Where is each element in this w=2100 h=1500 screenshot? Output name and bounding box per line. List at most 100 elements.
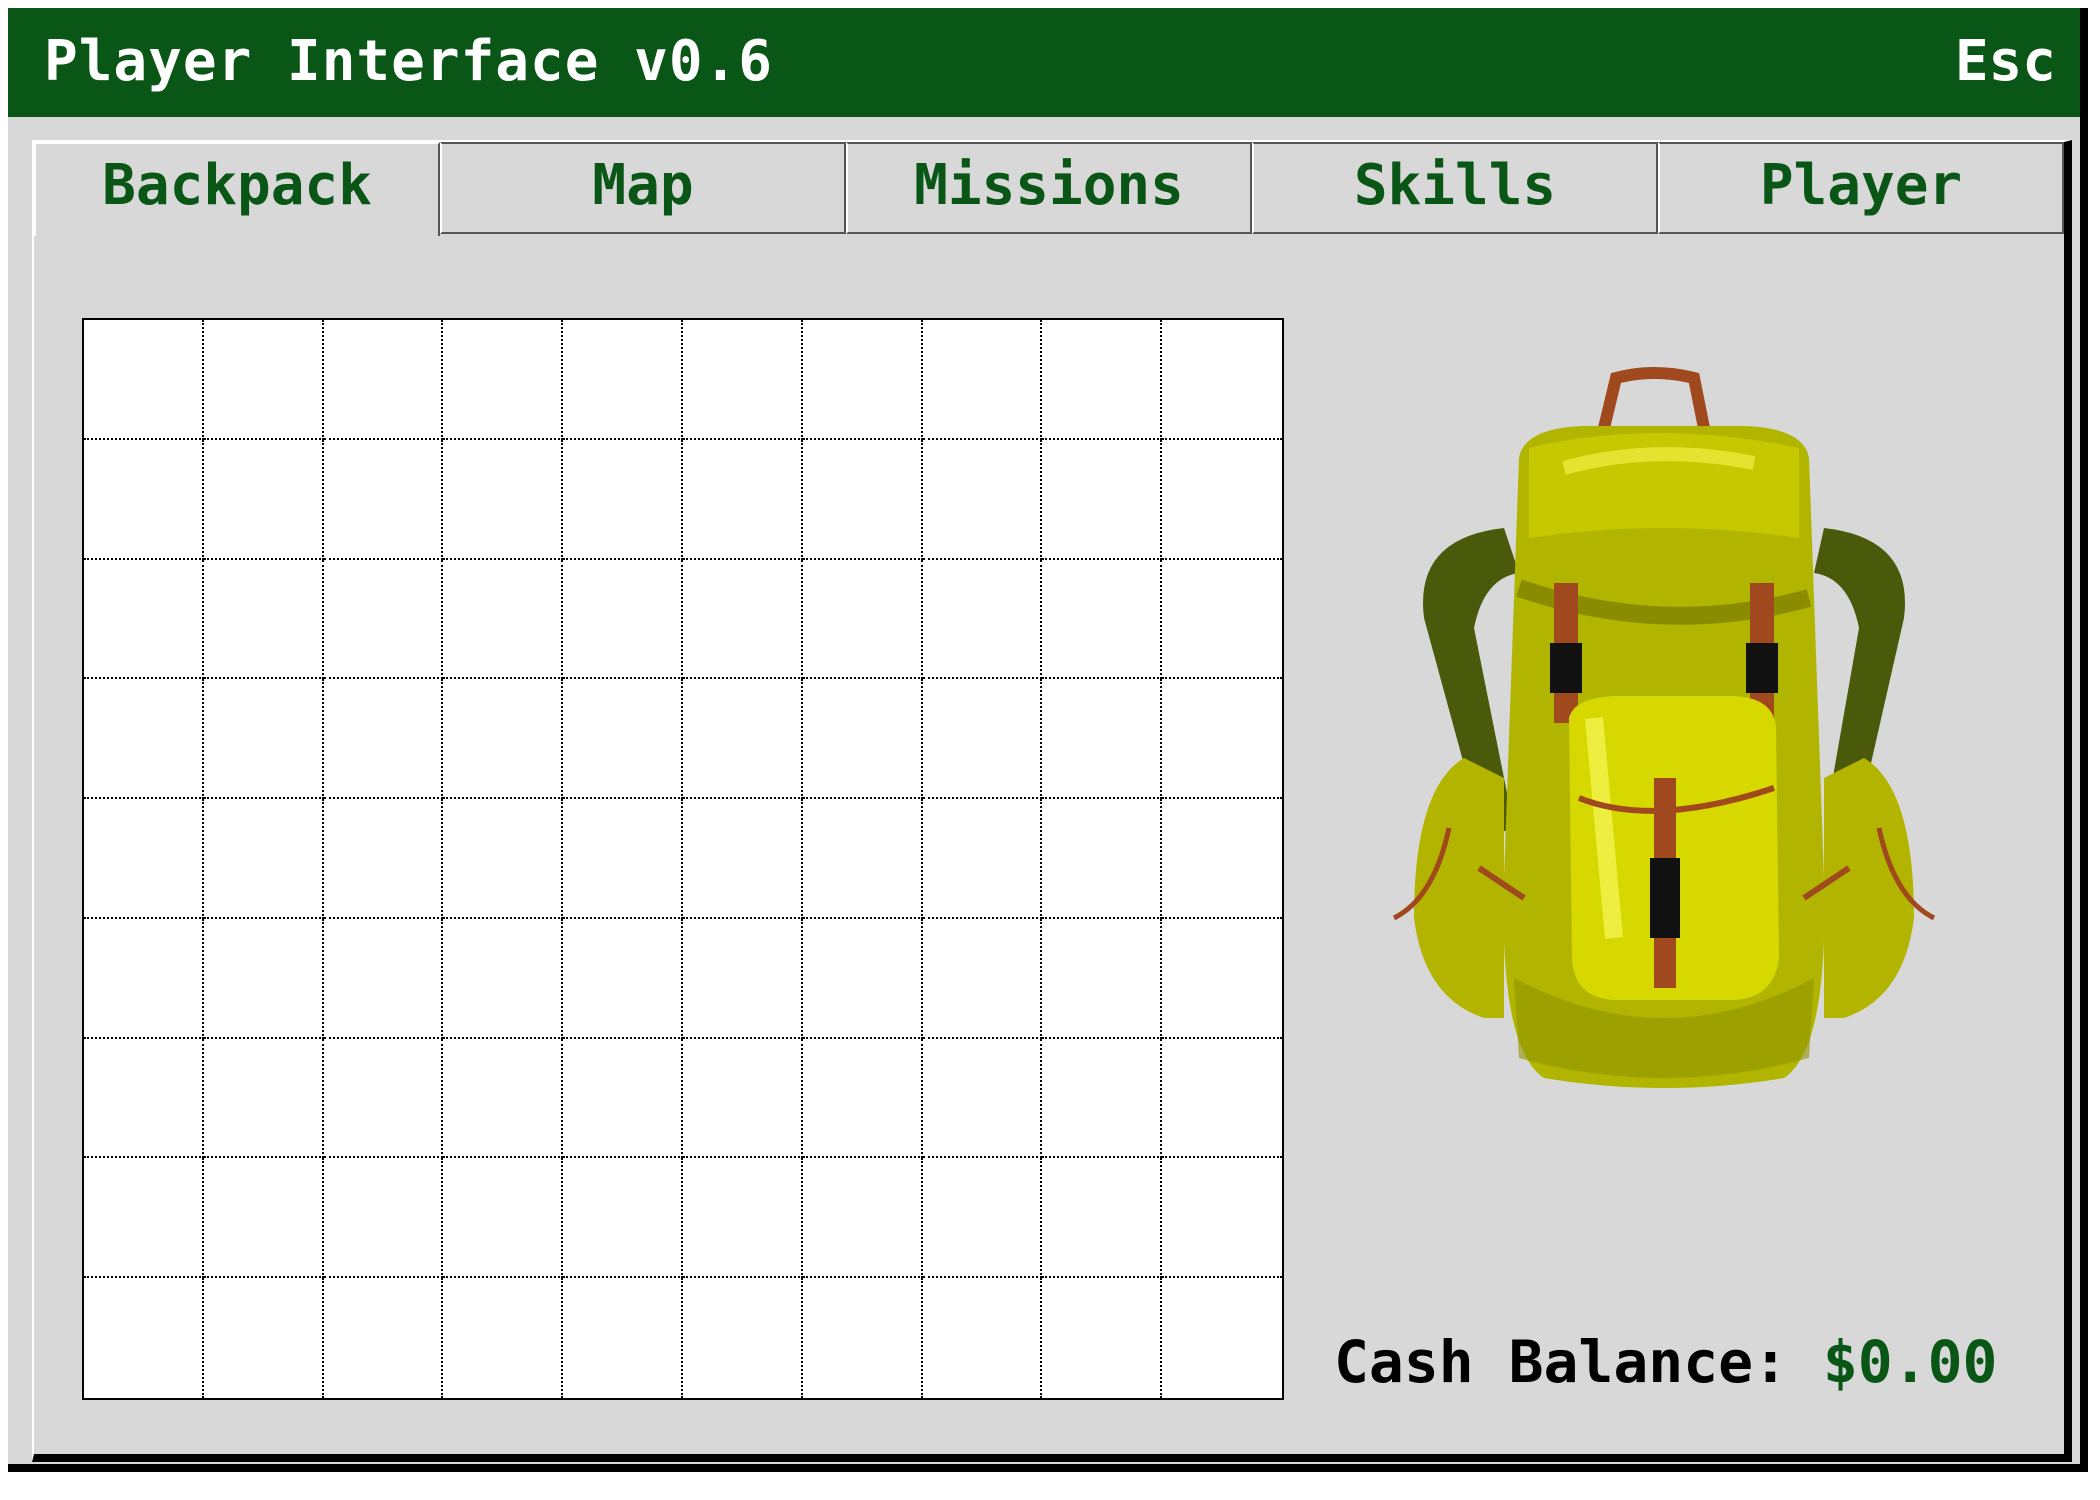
inventory-slot[interactable] — [323, 679, 444, 800]
inventory-slot[interactable] — [563, 1158, 683, 1279]
inventory-slot[interactable] — [683, 439, 803, 560]
inventory-slot[interactable] — [323, 320, 444, 440]
inventory-slot[interactable] — [84, 1158, 204, 1279]
inventory-slot[interactable] — [203, 439, 324, 560]
inventory-slot[interactable] — [203, 1158, 324, 1279]
inventory-slot[interactable] — [803, 1278, 923, 1398]
inventory-slot[interactable] — [802, 799, 923, 919]
inventory-slot[interactable] — [203, 320, 324, 440]
inventory-slot[interactable] — [563, 1278, 683, 1398]
inventory-slot[interactable] — [1162, 1278, 1282, 1398]
inventory-slot[interactable] — [323, 439, 444, 560]
inventory-slot[interactable] — [683, 918, 803, 1039]
inventory-slot[interactable] — [323, 799, 444, 919]
inventory-slot[interactable] — [1042, 1278, 1163, 1398]
inventory-slot[interactable] — [443, 1278, 564, 1398]
inventory-slot[interactable] — [84, 320, 204, 440]
inventory-slot[interactable] — [802, 918, 923, 1039]
inventory-slot[interactable] — [1042, 559, 1163, 680]
inventory-slot[interactable] — [203, 799, 324, 919]
inventory-slot[interactable] — [563, 918, 683, 1039]
inventory-slot[interactable] — [563, 1038, 683, 1159]
inventory-slot[interactable] — [203, 559, 324, 680]
inventory-slot[interactable] — [1042, 320, 1163, 440]
inventory-slot[interactable] — [683, 559, 803, 680]
inventory-slot[interactable] — [922, 439, 1043, 560]
inventory-slot[interactable] — [84, 679, 204, 800]
inventory-slot[interactable] — [84, 1278, 204, 1398]
inventory-slot[interactable] — [922, 679, 1043, 800]
inventory-slot[interactable] — [443, 559, 564, 680]
tab-map[interactable]: Map — [440, 142, 846, 234]
inventory-slot[interactable] — [563, 559, 683, 680]
inventory-slot[interactable] — [922, 320, 1043, 440]
inventory-slot[interactable] — [802, 1038, 923, 1159]
inventory-slot[interactable] — [563, 320, 683, 440]
tab-missions[interactable]: Missions — [846, 142, 1252, 234]
inventory-slot[interactable] — [443, 799, 564, 919]
inventory-slot[interactable] — [1042, 679, 1163, 800]
inventory-slot[interactable] — [922, 1038, 1043, 1159]
inventory-slot[interactable] — [323, 559, 444, 680]
inventory-slot[interactable] — [923, 1278, 1043, 1398]
inventory-slot[interactable] — [1162, 1158, 1282, 1279]
tab-backpack[interactable]: Backpack — [34, 142, 440, 236]
inventory-slot[interactable] — [563, 439, 683, 560]
inventory-slot[interactable] — [84, 918, 204, 1039]
inventory-slot[interactable] — [203, 1038, 324, 1159]
inventory-slot[interactable] — [922, 799, 1043, 919]
inventory-slot[interactable] — [802, 320, 923, 440]
inventory-slot[interactable] — [683, 1158, 803, 1279]
inventory-slot[interactable] — [443, 679, 564, 800]
inventory-slot[interactable] — [1042, 1158, 1163, 1279]
inventory-slot[interactable] — [84, 559, 204, 680]
tab-skills[interactable]: Skills — [1252, 142, 1658, 234]
inventory-slot[interactable] — [683, 799, 803, 919]
inventory-slot[interactable] — [683, 320, 803, 440]
inventory-slot[interactable] — [1042, 439, 1163, 560]
inventory-slot[interactable] — [1162, 1039, 1282, 1159]
inventory-grid — [82, 318, 1284, 1400]
inventory-slot[interactable] — [922, 1158, 1043, 1279]
inventory-slot[interactable] — [1162, 799, 1282, 919]
inventory-slot[interactable] — [443, 1158, 564, 1279]
inventory-slot[interactable] — [1162, 560, 1282, 680]
inventory-slot[interactable] — [1162, 440, 1282, 560]
window-title: Player Interface v0.6 — [44, 29, 774, 94]
inventory-slot[interactable] — [323, 1158, 444, 1279]
inventory-slot[interactable] — [1042, 799, 1163, 919]
inventory-slot[interactable] — [84, 439, 204, 560]
inventory-slot[interactable] — [203, 918, 324, 1039]
inventory-slot[interactable] — [683, 679, 803, 800]
inventory-slot[interactable] — [683, 1278, 803, 1398]
inventory-slot[interactable] — [443, 320, 564, 440]
inventory-slot[interactable] — [1162, 919, 1282, 1039]
inventory-slot[interactable] — [683, 1038, 803, 1159]
backpack-icon — [1354, 358, 2054, 1098]
inventory-slot[interactable] — [922, 918, 1043, 1039]
inventory-slot[interactable] — [922, 559, 1043, 680]
inventory-slot[interactable] — [1042, 1038, 1163, 1159]
inventory-slot[interactable] — [802, 679, 923, 800]
inventory-slot[interactable] — [203, 679, 324, 800]
inventory-slot[interactable] — [563, 679, 683, 800]
esc-button[interactable]: Esc — [1955, 26, 2056, 98]
inventory-slot[interactable] — [1042, 918, 1163, 1039]
inventory-slot[interactable] — [84, 1038, 204, 1159]
inventory-slot[interactable] — [443, 1038, 564, 1159]
tab-player[interactable]: Player — [1658, 142, 2064, 234]
inventory-slot[interactable] — [84, 799, 204, 919]
inventory-slot[interactable] — [443, 439, 564, 560]
inventory-slot[interactable] — [563, 799, 683, 919]
inventory-slot[interactable] — [1162, 320, 1282, 440]
inventory-slot[interactable] — [1162, 679, 1282, 800]
inventory-slot[interactable] — [802, 439, 923, 560]
inventory-slot[interactable] — [802, 559, 923, 680]
inventory-slot[interactable] — [802, 1158, 923, 1279]
player-interface-window: Player Interface v0.6 Esc Backpack Map M… — [8, 8, 2088, 1472]
inventory-slot[interactable] — [323, 1038, 444, 1159]
inventory-slot[interactable] — [323, 918, 444, 1039]
inventory-slot[interactable] — [204, 1278, 324, 1398]
inventory-slot[interactable] — [324, 1278, 444, 1398]
inventory-slot[interactable] — [443, 918, 564, 1039]
